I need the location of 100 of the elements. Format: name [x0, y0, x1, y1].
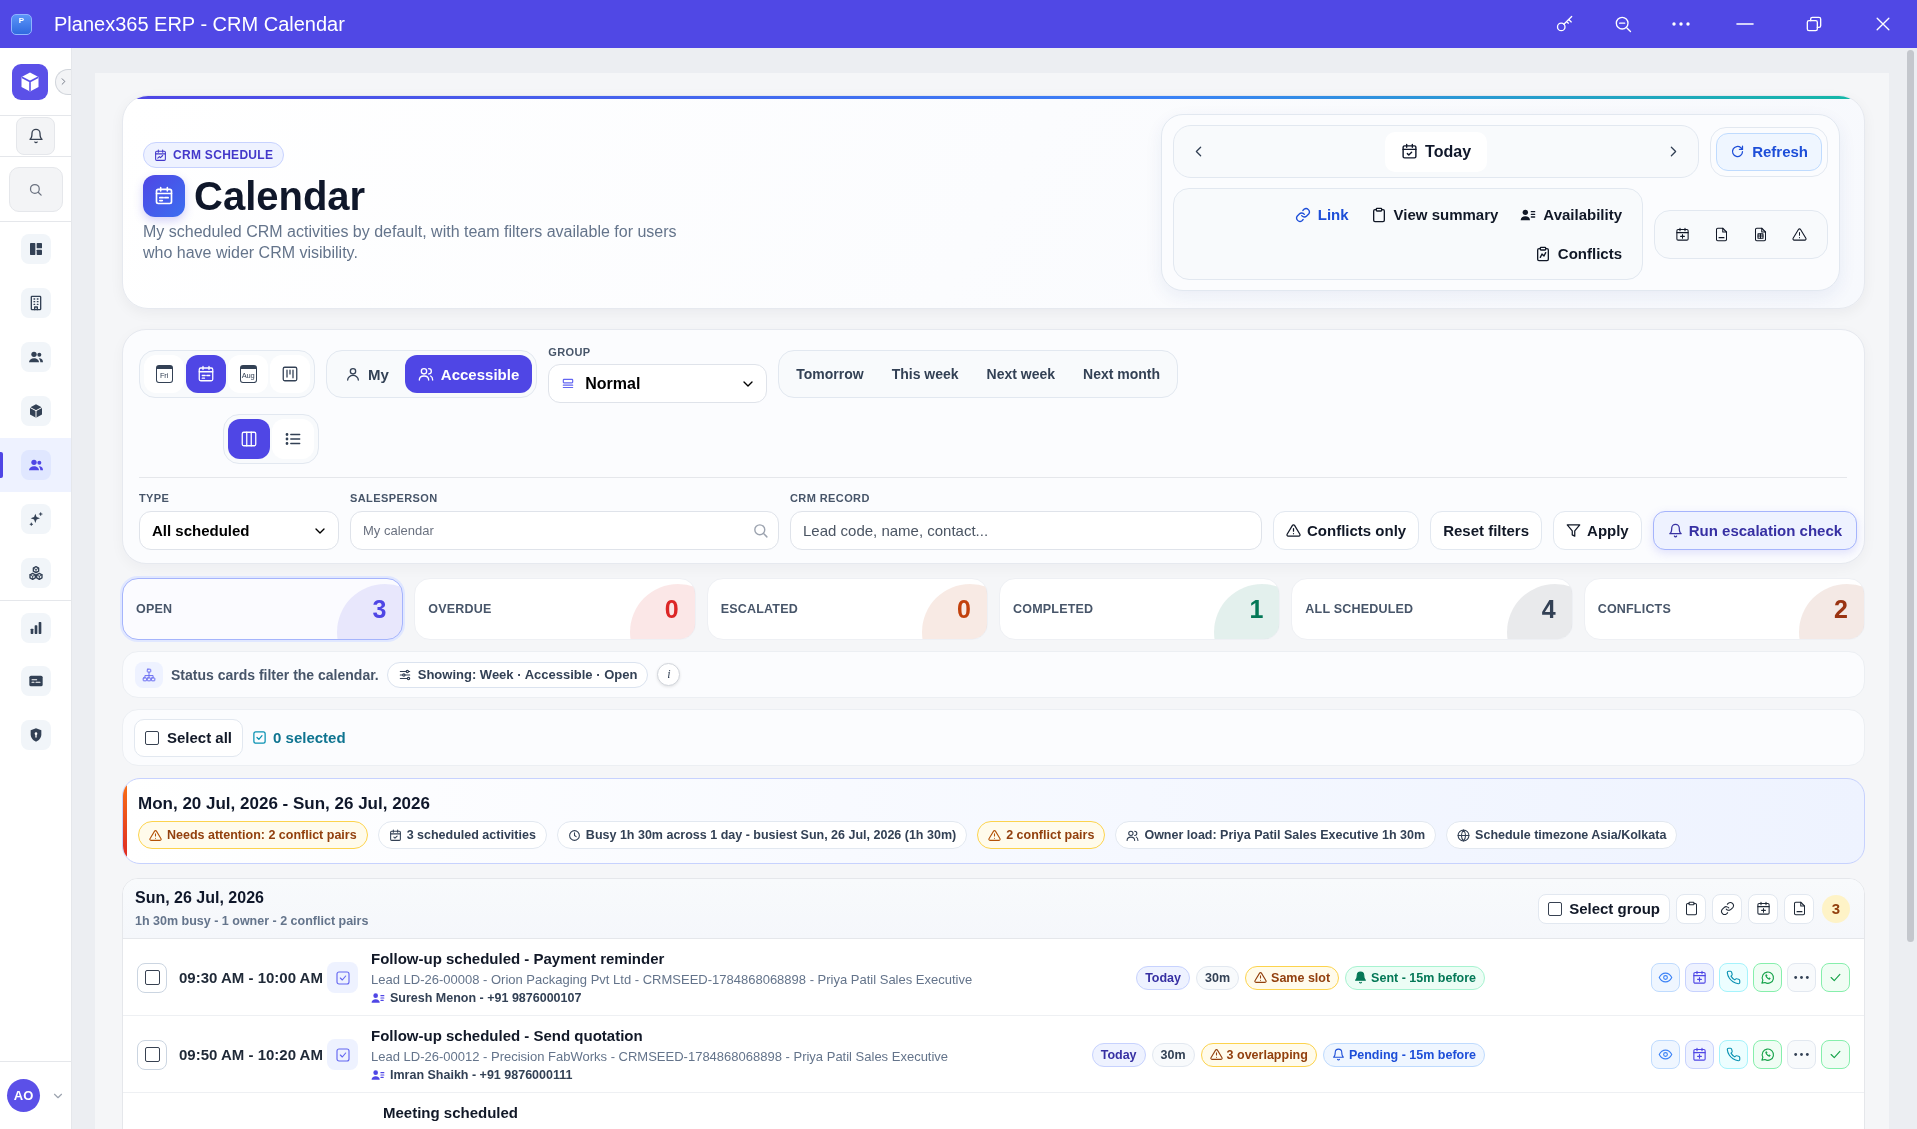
reset-filters-button[interactable]: Reset filters [1430, 511, 1543, 550]
apply-button[interactable]: Apply [1553, 511, 1642, 550]
search-icon [28, 181, 43, 197]
calendar-plus-icon [1692, 970, 1707, 985]
list-layout-button[interactable] [272, 419, 314, 459]
week-view-button[interactable] [186, 355, 226, 393]
globe-icon [1457, 828, 1471, 842]
tag-text: Pending - 15m before [1348, 1047, 1476, 1062]
clipboard-icon [1370, 206, 1387, 223]
escalation-check-button[interactable]: Run escalation check [1652, 511, 1858, 550]
list-icon [284, 430, 302, 448]
checkbox[interactable] [1548, 901, 1563, 916]
type-select[interactable]: All scheduled [139, 511, 339, 550]
filter-icon [1566, 523, 1582, 538]
select-all-button[interactable]: Select all [134, 718, 244, 757]
add-to-calendar-button[interactable] [1685, 1040, 1714, 1069]
activity-details: Lead LD-26-00008 - Orion Packaging Pvt Ltd - CRMSEED-1784868068898 - Priya Patil Sales Executive [371, 972, 974, 988]
crm-record-field[interactable]: Lead code, name, contact... [790, 511, 1262, 550]
tag-text: Sent - 15m before [1371, 970, 1476, 985]
status-count: 4 [1541, 594, 1556, 624]
info-button[interactable]: i [657, 663, 681, 686]
warning-icon [1286, 523, 1301, 538]
group-select[interactable]: Normal [548, 364, 768, 403]
building-icon [20, 288, 51, 318]
view-button[interactable] [1651, 1040, 1680, 1069]
dashboard-icon [20, 234, 51, 264]
cube-logo-icon[interactable] [12, 63, 48, 100]
columns-layout-button[interactable] [228, 419, 270, 459]
clock-icon [567, 828, 581, 842]
status-card[interactable]: ALL SCHEDULED 4 [1291, 578, 1573, 640]
status-card[interactable]: OPEN 3 [122, 578, 404, 640]
date-range-tab[interactable]: Next month [1070, 355, 1174, 393]
conflicts-button[interactable]: Conflicts [1528, 241, 1628, 266]
board-view-button[interactable] [270, 355, 310, 393]
chip-text: Busy 1h 30m across 1 day - busiest Sun, 26 Jul, 2026 (1h 30m) [585, 828, 957, 842]
selected-count: 0 selected [273, 729, 346, 746]
audience-tab[interactable]: My [331, 355, 403, 393]
call-button[interactable] [1719, 963, 1748, 992]
contact-text: Imran Shaikh - +91 9876000111 [390, 1068, 573, 1082]
status-card[interactable]: ESCALATED 0 [706, 578, 988, 640]
link-icon [1294, 206, 1311, 223]
copy-link-button[interactable]: Link [1288, 202, 1355, 227]
availability-button[interactable]: Availability [1514, 202, 1628, 227]
more-button[interactable] [1787, 1040, 1816, 1069]
add-to-calendar-button[interactable] [1685, 963, 1714, 992]
day-summary: 1h 30m busy - 1 owner - 2 conflict pairs [135, 913, 369, 929]
chat-bubble-icon [1760, 1047, 1775, 1062]
activity-details: Lead LD-26-00012 - Precision FabWorks - CRMSEED-1784868068898 - Priya Patil Sales Executive [371, 1049, 950, 1065]
date-range-tab[interactable]: Tomorrow [783, 355, 877, 393]
status-label: OPEN [136, 602, 173, 616]
checkbox[interactable] [144, 1047, 160, 1062]
status-card[interactable]: COMPLETED 1 [999, 578, 1281, 640]
date-range-tab[interactable]: Next week [973, 355, 1069, 393]
status-card[interactable]: CONFLICTS 2 [1583, 578, 1865, 640]
bell-icon [27, 128, 44, 144]
date-range-tab[interactable]: This week [878, 355, 972, 393]
audience-tab[interactable]: Accessible [404, 355, 533, 393]
people-icon [20, 450, 51, 480]
sidebar-item[interactable] [0, 438, 71, 492]
active-filters-text: Showing: Week · Accessible · Open [417, 667, 638, 682]
warning-icon [1209, 1048, 1223, 1061]
view-summary-button[interactable]: View summary [1364, 202, 1505, 227]
checkbox[interactable] [145, 730, 159, 745]
user-avatar[interactable]: AO [7, 1079, 40, 1112]
warning-icon [149, 828, 162, 842]
person-icon [345, 366, 361, 382]
salesperson-field[interactable]: My calendar [350, 511, 779, 550]
today-button[interactable]: Today [1385, 131, 1488, 172]
contact-icon [371, 991, 385, 1005]
key-icon [1555, 14, 1575, 34]
view-button[interactable] [1651, 963, 1680, 992]
call-button[interactable] [1719, 1040, 1748, 1069]
checkbox[interactable] [144, 970, 160, 985]
select-group-button[interactable]: Select group [1538, 893, 1670, 924]
tag-text: Same slot [1271, 970, 1331, 985]
activity-time: 09:30 AM - 10:00 AM [178, 969, 324, 986]
status-label: OVERDUE [428, 602, 492, 616]
more-button[interactable] [1787, 963, 1816, 992]
zoom-out-icon [1613, 14, 1633, 34]
warning-icon [1792, 226, 1807, 242]
field-label: SALESPERSON [350, 491, 439, 505]
conflicts-only-button[interactable]: Conflicts only [1273, 511, 1420, 550]
copy-link-button[interactable] [1712, 893, 1742, 924]
refresh-button[interactable]: Refresh [1716, 132, 1822, 171]
copy-button[interactable] [1676, 893, 1706, 924]
page-description: My scheduled CRM activities by default, with team filters available for users who have wider CRM visibility. [143, 222, 678, 263]
csv-export-button[interactable] [1784, 893, 1814, 924]
people-icon [417, 366, 434, 382]
people-icon [20, 342, 51, 372]
bell-icon [1354, 971, 1368, 984]
chat-bubble-icon [1760, 970, 1775, 985]
window-title: Planex365 ERP - CRM Calendar [54, 12, 346, 36]
scrollbar-thumb[interactable] [1907, 50, 1914, 942]
notifications-button[interactable] [16, 117, 55, 155]
message-button[interactable] [1753, 1040, 1782, 1069]
status-label: ESCALATED [720, 602, 798, 616]
message-button[interactable] [1753, 963, 1782, 992]
check-square-icon [252, 730, 268, 745]
status-card[interactable]: OVERDUE 0 [414, 578, 696, 640]
add-to-calendar-button[interactable] [1748, 893, 1778, 924]
